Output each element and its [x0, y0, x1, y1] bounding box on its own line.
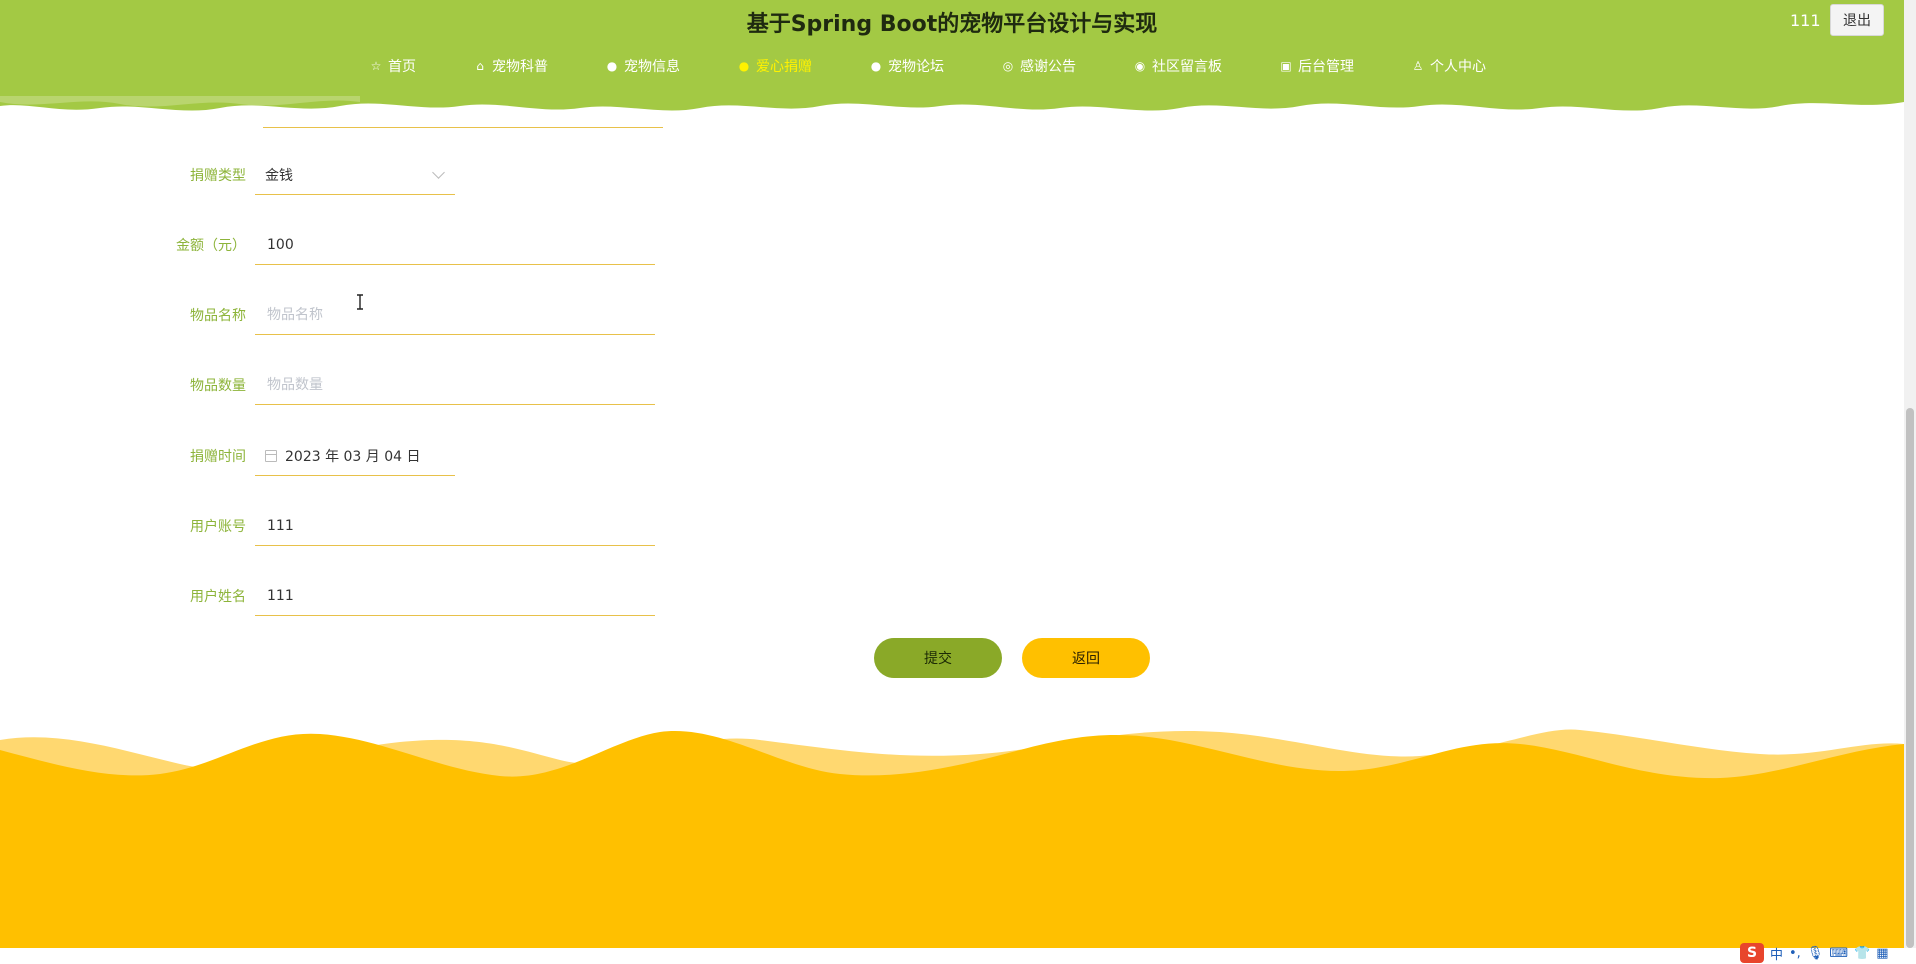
user-name-label: 用户姓名 — [190, 589, 246, 605]
scrollbar-thumb[interactable] — [1906, 408, 1914, 948]
ime-toolbar: S 中 •, 🎙 ⌨ 👕 ▦ — [1740, 942, 1889, 964]
star-icon: ☆ — [370, 59, 382, 73]
user-icon: ♙ — [1412, 59, 1424, 73]
user-account-label: 用户账号 — [190, 519, 246, 535]
footer-wave-decoration — [0, 729, 1904, 948]
site-header: 基于Spring Boot的宠物平台设计与实现 ☆ 首页 ⌂ 宠物科普 ● 宠物… — [0, 0, 1904, 98]
skin-icon[interactable]: 👕 — [1854, 946, 1870, 961]
logout-button[interactable]: 退出 — [1830, 4, 1884, 36]
item-name-row: 物品名称 — [140, 295, 655, 335]
donation-type-label: 捐赠类型 — [190, 168, 246, 184]
check-circle-icon: ◉ — [1134, 59, 1146, 73]
text-cursor-icon — [357, 294, 363, 310]
globe-icon: ◎ — [1002, 59, 1014, 73]
clipboard-icon: ▣ — [1280, 59, 1292, 73]
microphone-icon[interactable]: 🎙 — [1807, 946, 1824, 961]
item-quantity-label: 物品数量 — [190, 378, 246, 394]
bag-icon: ⌂ — [476, 59, 484, 73]
item-name-field[interactable] — [255, 295, 655, 335]
item-quantity-input[interactable] — [265, 375, 655, 394]
item-quantity-field[interactable] — [255, 365, 655, 405]
main-nav: ☆ 首页 ⌂ 宠物科普 ● 宠物信息 ● 爱心捐赠 ● 宠物论坛 ◎ 感谢公告 … — [370, 56, 1544, 76]
donation-time-label: 捐赠时间 — [190, 449, 246, 465]
page-scrollbar[interactable] — [1904, 0, 1916, 948]
bottom-strip — [0, 948, 1916, 964]
item-name-input[interactable] — [265, 305, 655, 324]
amount-label: 金额（元） — [176, 238, 246, 254]
ime-logo-icon[interactable]: S — [1740, 943, 1764, 963]
keyboard-icon[interactable]: ⌨ — [1829, 946, 1848, 961]
amount-field[interactable] — [255, 225, 655, 265]
user-name-row: 用户姓名 — [140, 576, 655, 616]
nav-item-message-board[interactable]: ◉ 社区留言板 — [1134, 56, 1222, 76]
nav-item-pet-knowledge[interactable]: ⌂ 宠物科普 — [474, 56, 548, 76]
info-icon: ● — [870, 59, 882, 73]
item-name-label: 物品名称 — [190, 308, 246, 324]
partial-hidden-field — [263, 88, 663, 128]
donation-time-value: 2023 年 03 月 04 日 — [285, 448, 421, 465]
user-account-input[interactable] — [265, 516, 655, 535]
ime-mode-indicator[interactable]: 中 — [1770, 944, 1783, 963]
donation-time-row: 捐赠时间 2023 年 03 月 04 日 — [140, 436, 455, 476]
info-icon: ● — [606, 59, 618, 73]
amount-row: 金额（元） — [140, 225, 655, 265]
user-name-input[interactable] — [265, 586, 655, 605]
apps-grid-icon[interactable]: ▦ — [1876, 946, 1888, 961]
user-account-row: 用户账号 — [140, 506, 655, 546]
nav-item-profile[interactable]: ♙ 个人中心 — [1412, 56, 1486, 76]
nav-item-home[interactable]: ☆ 首页 — [370, 56, 416, 76]
nav-item-forum[interactable]: ● 宠物论坛 — [870, 56, 944, 76]
site-title: 基于Spring Boot的宠物平台设计与实现 — [746, 12, 1158, 37]
back-button[interactable]: 返回 — [1022, 638, 1150, 678]
donation-type-select[interactable]: 金钱 — [255, 155, 455, 195]
user-name-field[interactable] — [255, 576, 655, 616]
nav-item-admin[interactable]: ▣ 后台管理 — [1280, 56, 1354, 76]
nav-item-thanks-notice[interactable]: ◎ 感谢公告 — [1002, 56, 1076, 76]
donation-type-value: 金钱 — [265, 167, 293, 184]
current-user-name: 111 — [1790, 11, 1821, 30]
donation-time-picker[interactable]: 2023 年 03 月 04 日 — [255, 436, 455, 476]
nav-item-donation[interactable]: ● 爱心捐赠 — [738, 56, 812, 76]
ime-punct-indicator[interactable]: •, — [1789, 946, 1801, 961]
submit-button[interactable]: 提交 — [874, 638, 1002, 678]
calendar-icon — [265, 449, 277, 462]
item-quantity-row: 物品数量 — [140, 365, 655, 405]
amount-input[interactable] — [265, 235, 655, 254]
donation-type-row: 捐赠类型 金钱 — [140, 155, 455, 195]
chevron-down-icon — [432, 166, 445, 179]
circle-icon: ● — [738, 59, 750, 73]
nav-item-pet-info[interactable]: ● 宠物信息 — [606, 56, 680, 76]
user-account-field[interactable] — [255, 506, 655, 546]
